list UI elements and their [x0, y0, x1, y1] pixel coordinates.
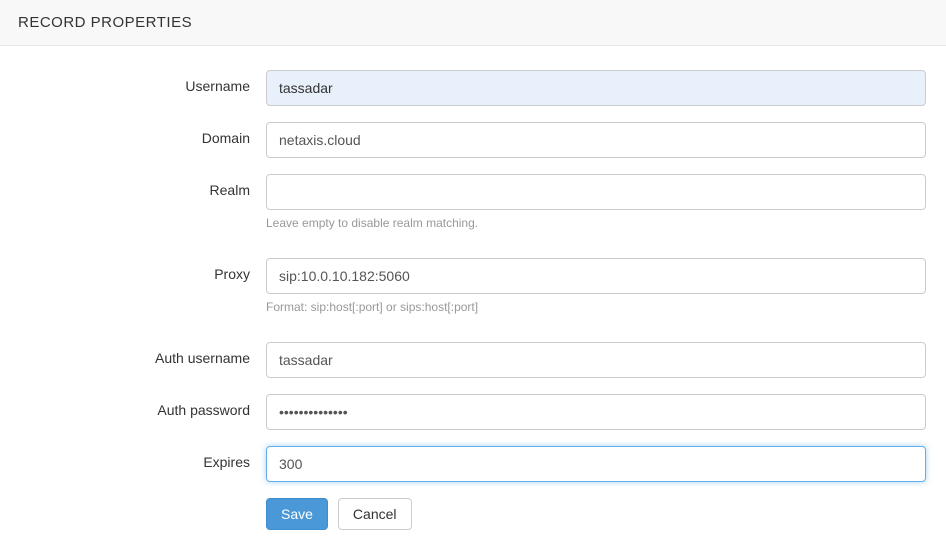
save-button[interactable]: Save [266, 498, 328, 530]
auth-username-field[interactable] [266, 342, 926, 378]
cancel-button[interactable]: Cancel [338, 498, 412, 530]
label-username: Username [20, 70, 266, 94]
button-row: Save Cancel [266, 498, 926, 530]
proxy-field[interactable] [266, 258, 926, 294]
realm-help-text: Leave empty to disable realm matching. [266, 216, 926, 230]
domain-field[interactable] [266, 122, 926, 158]
row-realm: Realm Leave empty to disable realm match… [20, 174, 926, 230]
row-auth-password: Auth password [20, 394, 926, 430]
record-properties-form: Username Domain Realm Leave empty to dis… [0, 46, 946, 550]
username-field [266, 70, 926, 106]
panel-header: RECORD PROPERTIES [0, 0, 946, 46]
row-username: Username [20, 70, 926, 106]
proxy-help-text: Format: sip:host[:port] or sips:host[:po… [266, 300, 926, 314]
expires-field[interactable] [266, 446, 926, 482]
label-expires: Expires [20, 446, 266, 470]
row-expires: Expires [20, 446, 926, 482]
label-proxy: Proxy [20, 258, 266, 282]
panel-title: RECORD PROPERTIES [18, 14, 192, 31]
label-realm: Realm [20, 174, 266, 198]
label-auth-password: Auth password [20, 394, 266, 418]
row-proxy: Proxy Format: sip:host[:port] or sips:ho… [20, 258, 926, 314]
realm-field[interactable] [266, 174, 926, 210]
auth-password-field[interactable] [266, 394, 926, 430]
row-domain: Domain [20, 122, 926, 158]
label-domain: Domain [20, 122, 266, 146]
row-auth-username: Auth username [20, 342, 926, 378]
label-auth-username: Auth username [20, 342, 266, 366]
